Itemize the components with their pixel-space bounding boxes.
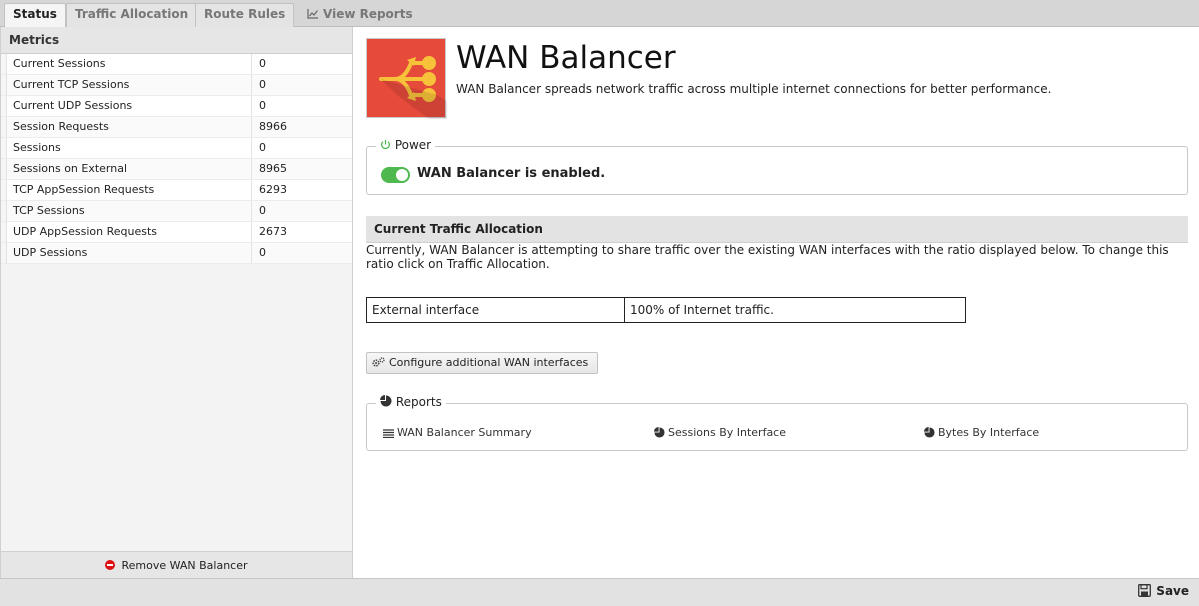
metric-value: 0 bbox=[251, 138, 351, 158]
row-handle bbox=[1, 75, 7, 95]
metrics-row[interactable]: UDP Sessions 0 bbox=[1, 243, 352, 264]
metric-value: 8966 bbox=[251, 117, 351, 137]
configure-wan-interfaces-button[interactable]: Configure additional WAN interfaces bbox=[366, 352, 598, 374]
wan-balancer-logo-icon bbox=[366, 38, 447, 119]
save-button[interactable]: Save bbox=[1138, 584, 1189, 598]
tab-status-label: Status bbox=[13, 7, 57, 21]
tab-route-rules[interactable]: Route Rules bbox=[195, 3, 295, 27]
row-handle bbox=[1, 243, 7, 263]
metrics-row[interactable]: Sessions on External 8965 bbox=[1, 159, 352, 180]
power-toggle[interactable] bbox=[381, 167, 410, 183]
metric-name: Session Requests bbox=[13, 120, 109, 133]
bottom-toolbar: Save bbox=[0, 578, 1199, 606]
remove-app-label: Remove WAN Balancer bbox=[121, 559, 248, 572]
metrics-row[interactable]: TCP AppSession Requests 6293 bbox=[1, 180, 352, 201]
power-legend: Power bbox=[376, 138, 436, 152]
metrics-title: Metrics bbox=[1, 27, 352, 54]
metric-value: 0 bbox=[251, 243, 351, 263]
app-title: WAN Balancer bbox=[456, 40, 676, 76]
row-handle bbox=[1, 96, 7, 116]
report-link-label: WAN Balancer Summary bbox=[397, 426, 532, 439]
metric-name: UDP Sessions bbox=[13, 246, 88, 259]
pie-chart-icon bbox=[380, 395, 392, 407]
metric-name: Current TCP Sessions bbox=[13, 78, 130, 91]
reports-legend-label: Reports bbox=[395, 395, 442, 409]
tab-route-rules-label: Route Rules bbox=[204, 7, 286, 21]
tab-view-reports[interactable]: View Reports bbox=[298, 3, 422, 27]
tab-status[interactable]: Status bbox=[4, 3, 66, 28]
metrics-row[interactable]: UDP AppSession Requests 2673 bbox=[1, 222, 352, 243]
save-label: Save bbox=[1156, 584, 1189, 598]
metrics-row[interactable]: Current TCP Sessions 0 bbox=[1, 75, 352, 96]
remove-app-button[interactable]: Remove WAN Balancer bbox=[1, 551, 352, 578]
row-handle bbox=[1, 117, 7, 137]
metrics-row[interactable]: TCP Sessions 0 bbox=[1, 201, 352, 222]
allocation-share-cell: 100% of Internet traffic. bbox=[630, 303, 774, 317]
allocation-table: External interface 100% of Internet traf… bbox=[366, 297, 966, 323]
metric-name: TCP AppSession Requests bbox=[13, 183, 155, 196]
app-status-panel: WAN Balancer WAN Balancer spreads networ… bbox=[355, 27, 1199, 578]
power-status-text: WAN Balancer is enabled. bbox=[417, 166, 606, 181]
power-icon bbox=[381, 139, 390, 150]
metric-name: Current Sessions bbox=[13, 57, 106, 70]
metric-name: TCP Sessions bbox=[13, 204, 85, 217]
report-link-sessions-by-interface[interactable]: Sessions By Interface bbox=[654, 426, 786, 439]
power-section: Power WAN Balancer is enabled. bbox=[366, 138, 1188, 195]
report-link-label: Sessions By Interface bbox=[668, 426, 786, 439]
report-link-label: Bytes By Interface bbox=[938, 426, 1040, 439]
metrics-row[interactable]: Session Requests 8966 bbox=[1, 117, 352, 138]
power-legend-label: Power bbox=[394, 138, 432, 152]
pie-chart-icon bbox=[654, 427, 665, 438]
traffic-allocation-heading: Current Traffic Allocation bbox=[366, 216, 1188, 243]
row-handle bbox=[1, 222, 7, 242]
metric-value: 2673 bbox=[251, 222, 351, 242]
metric-name: UDP AppSession Requests bbox=[13, 225, 158, 238]
row-handle bbox=[1, 201, 7, 221]
metric-name: Current UDP Sessions bbox=[13, 99, 133, 112]
row-handle bbox=[1, 54, 7, 74]
save-icon bbox=[1138, 584, 1152, 597]
allocation-interface-cell: External interface bbox=[367, 298, 625, 322]
metric-name: Sessions on External bbox=[13, 162, 128, 175]
configure-wan-interfaces-label: Configure additional WAN interfaces bbox=[389, 356, 589, 369]
report-link-bytes-by-interface[interactable]: Bytes By Interface bbox=[924, 426, 1039, 439]
metrics-row[interactable]: Current UDP Sessions 0 bbox=[1, 96, 352, 117]
metrics-panel: Metrics Current Sessions 0 Current TCP Se… bbox=[0, 27, 353, 578]
list-icon bbox=[383, 429, 394, 439]
tab-traffic-allocation-label: Traffic Allocation bbox=[75, 7, 189, 21]
report-link-wan-balancer-summary[interactable]: WAN Balancer Summary bbox=[383, 426, 532, 439]
toggle-knob bbox=[396, 169, 408, 181]
reports-legend: Reports bbox=[376, 395, 446, 409]
app-description: WAN Balancer spreads network traffic acr… bbox=[456, 82, 1052, 96]
metric-value: 6293 bbox=[251, 180, 351, 200]
metrics-grid: Current Sessions 0 Current TCP Sessions 0 … bbox=[1, 54, 352, 264]
tab-bar: Status Traffic Allocation Route Rules Vi… bbox=[0, 0, 1199, 28]
pie-chart-icon bbox=[924, 427, 935, 438]
metrics-row[interactable]: Current Sessions 0 bbox=[1, 54, 352, 75]
metrics-row[interactable]: Sessions 0 bbox=[1, 138, 352, 159]
row-handle bbox=[1, 180, 7, 200]
remove-icon bbox=[105, 560, 116, 570]
metric-value: 0 bbox=[251, 96, 351, 116]
tab-view-reports-label: View Reports bbox=[323, 7, 413, 21]
metric-value: 0 bbox=[251, 54, 351, 74]
tab-traffic-allocation[interactable]: Traffic Allocation bbox=[66, 3, 198, 27]
row-handle bbox=[1, 159, 7, 179]
metric-value: 0 bbox=[251, 201, 351, 221]
reports-section: Reports WAN Balancer Summary Sessions By… bbox=[366, 395, 1188, 451]
row-handle bbox=[1, 138, 7, 158]
traffic-allocation-text: Currently, WAN Balancer is attempting to… bbox=[366, 243, 1169, 271]
gears-icon bbox=[372, 357, 385, 367]
line-chart-icon bbox=[307, 9, 318, 19]
metric-value: 8965 bbox=[251, 159, 351, 179]
metric-name: Sessions bbox=[13, 141, 61, 154]
metric-value: 0 bbox=[251, 75, 351, 95]
